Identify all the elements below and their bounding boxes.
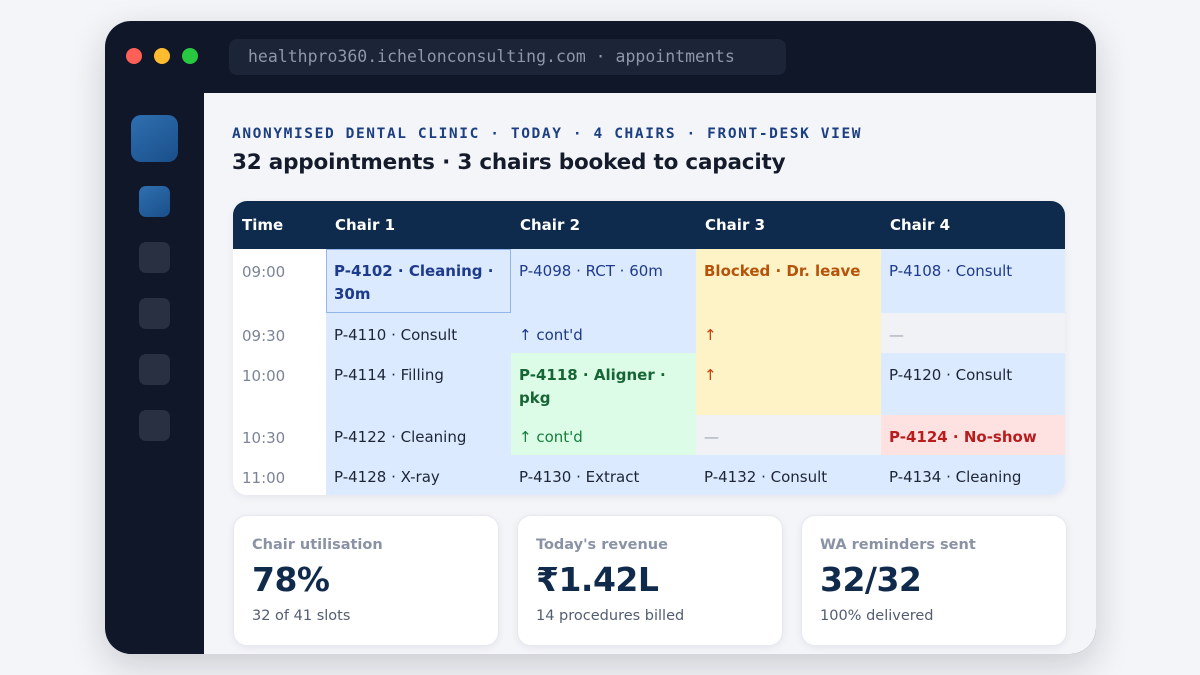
close-window-button[interactable] (126, 48, 142, 64)
stat-subtext: 32 of 41 slots (252, 608, 351, 624)
stat-subtext: 14 procedures billed (536, 608, 685, 624)
time-slot: 10:30 (233, 415, 326, 455)
table-row: 10:30 P-4122 · Cleaning ↑ cont'd — P-412… (233, 415, 1065, 455)
sidebar-item-2[interactable] (139, 242, 170, 273)
table-header-row: Time Chair 1 Chair 2 Chair 3 Chair 4 (233, 201, 1065, 249)
stat-card-chair-utilisation[interactable]: Chair utilisation 78% 32 of 41 slots (233, 515, 499, 646)
appointment-cell[interactable]: P-4134 · Cleaning (881, 455, 1065, 495)
blocked-cell[interactable]: Blocked · Dr. leave (696, 249, 881, 313)
page-kicker: ANONYMISED DENTAL CLINIC · TODAY · 4 CHA… (232, 126, 863, 142)
stat-value: ₹1.42L (536, 560, 659, 599)
appointment-cell[interactable]: P-4132 · Consult (696, 455, 881, 495)
stat-value: 32/32 (820, 560, 922, 599)
appointment-cell[interactable]: P-4122 · Cleaning (326, 415, 511, 455)
time-slot: 09:30 (233, 313, 326, 353)
appointment-cell[interactable]: P-4114 · Filling (326, 353, 511, 415)
title-bar: healthpro360.ichelonconsulting.com · app… (105, 21, 1096, 93)
minimize-window-button[interactable] (154, 48, 170, 64)
time-slot: 10:00 (233, 353, 326, 415)
time-slot: 09:00 (233, 249, 326, 313)
stat-label: Chair utilisation (252, 537, 383, 553)
sidebar-item-appointments[interactable] (139, 186, 170, 217)
continued-cell[interactable]: ↑ cont'd (511, 313, 696, 353)
address-bar[interactable]: healthpro360.ichelonconsulting.com · app… (229, 39, 786, 75)
sidebar-item-3[interactable] (139, 298, 170, 329)
column-header-time: Time (233, 201, 326, 249)
sidebar (105, 93, 204, 654)
continued-cell[interactable]: ↑ (696, 353, 881, 415)
column-header-chair-1: Chair 1 (326, 201, 511, 249)
browser-window: healthpro360.ichelonconsulting.com · app… (105, 21, 1096, 654)
sidebar-item-5[interactable] (139, 410, 170, 441)
table-row: 09:00 P-4102 · Cleaning · 30m P-4098 · R… (233, 249, 1065, 313)
column-header-chair-2: Chair 2 (511, 201, 696, 249)
maximize-window-button[interactable] (182, 48, 198, 64)
appointment-cell[interactable]: P-4128 · X-ray (326, 455, 511, 495)
appointment-cell[interactable]: P-4108 · Consult (881, 249, 1065, 313)
page-title: 32 appointments · 3 chairs booked to cap… (232, 150, 786, 175)
column-header-chair-3: Chair 3 (696, 201, 881, 249)
empty-slot-cell[interactable]: — (881, 313, 1065, 353)
time-slot: 11:00 (233, 455, 326, 495)
sidebar-item-4[interactable] (139, 354, 170, 385)
stat-value: 78% (252, 560, 330, 599)
appointment-cell[interactable]: P-4120 · Consult (881, 353, 1065, 415)
no-show-cell[interactable]: P-4124 · No-show (881, 415, 1065, 455)
appointment-grid: Time Chair 1 Chair 2 Chair 3 Chair 4 09:… (233, 201, 1065, 495)
stat-card-revenue[interactable]: Today's revenue ₹1.42L 14 procedures bil… (517, 515, 783, 646)
table-row: 10:00 P-4114 · Filling P-4118 · Aligner … (233, 353, 1065, 415)
continued-cell[interactable]: ↑ cont'd (511, 415, 696, 455)
appointment-cell[interactable]: P-4110 · Consult (326, 313, 511, 353)
appointment-cell[interactable]: P-4130 · Extract (511, 455, 696, 495)
continued-cell[interactable]: ↑ (696, 313, 881, 353)
appointment-cell[interactable]: P-4098 · RCT · 60m (511, 249, 696, 313)
appointment-cell[interactable]: P-4102 · Cleaning · 30m (326, 249, 511, 313)
stat-card-wa-reminders[interactable]: WA reminders sent 32/32 100% delivered (801, 515, 1067, 646)
main-content: ANONYMISED DENTAL CLINIC · TODAY · 4 CHA… (204, 93, 1096, 654)
stat-subtext: 100% delivered (820, 608, 934, 624)
stat-label: Today's revenue (536, 537, 668, 553)
empty-slot-cell[interactable]: — (696, 415, 881, 455)
stat-label: WA reminders sent (820, 537, 976, 553)
package-appointment-cell[interactable]: P-4118 · Aligner · pkg (511, 353, 696, 415)
column-header-chair-4: Chair 4 (881, 201, 1065, 249)
table-row: 11:00 P-4128 · X-ray P-4130 · Extract P-… (233, 455, 1065, 495)
table-row: 09:30 P-4110 · Consult ↑ cont'd ↑ — (233, 313, 1065, 353)
app-logo[interactable] (131, 115, 178, 162)
appointment-table: Time Chair 1 Chair 2 Chair 3 Chair 4 09:… (233, 201, 1065, 495)
